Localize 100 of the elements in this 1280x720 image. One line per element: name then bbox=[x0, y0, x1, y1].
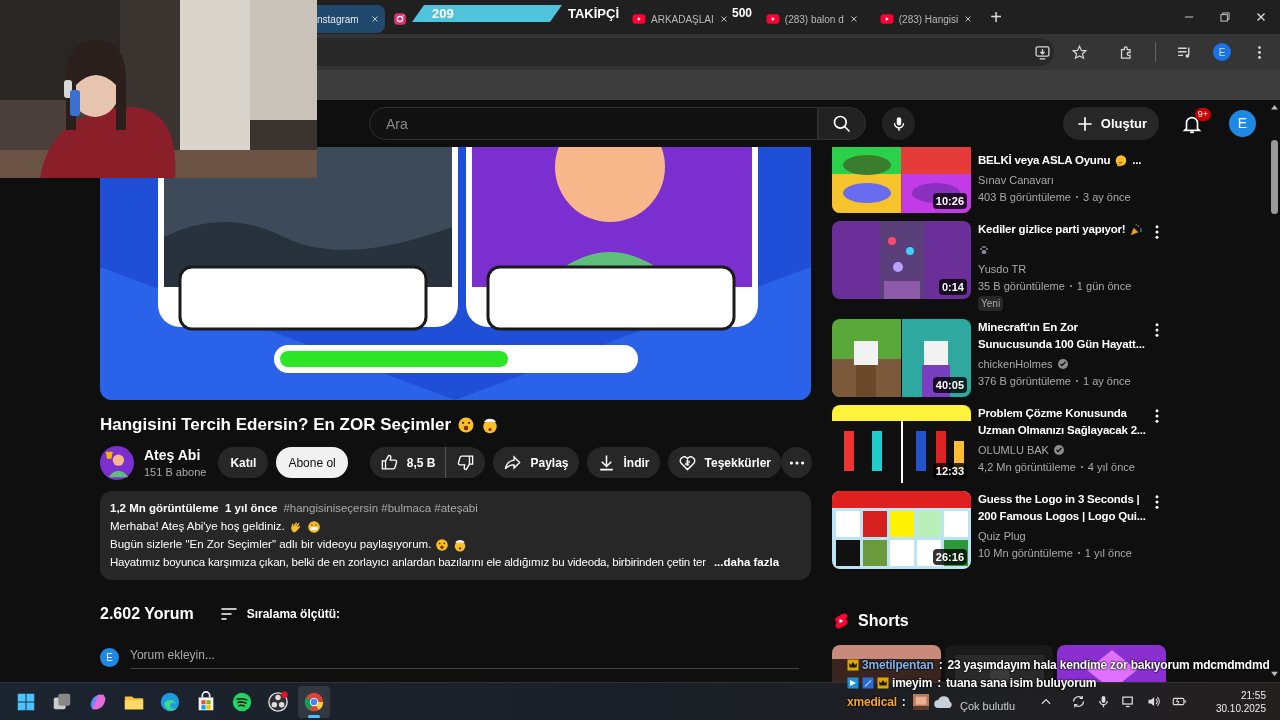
play-icon bbox=[879, 12, 894, 26]
user-avatar: E bbox=[100, 648, 119, 667]
download-button[interactable]: İndir bbox=[586, 447, 660, 479]
channel-name[interactable]: Sınav Canavarı bbox=[978, 172, 1054, 189]
description-text: Hayatımız boyunca karşımıza çıkan, belki de en zorlayıcı anlardan bazılarını ele aldığımız bu videoda, birbirinden çetin ter bbox=[110, 555, 706, 570]
upload-age: 1 yıl önce bbox=[1084, 545, 1132, 561]
video-title[interactable]: Problem Çözme Konusunda Uzman Olmanızı Sağlayacak 2... bbox=[978, 405, 1148, 439]
goal-label: TAKİPÇİ bbox=[568, 5, 620, 23]
upload-age: 1 gün önce bbox=[1076, 278, 1132, 294]
play-icon bbox=[765, 12, 780, 26]
account-avatar[interactable]: E bbox=[1229, 110, 1256, 137]
close-icon[interactable] bbox=[718, 14, 729, 24]
share-icon bbox=[503, 453, 523, 473]
view-count: 403 B görüntüleme bbox=[978, 189, 1071, 205]
address-field[interactable] bbox=[317, 38, 1054, 66]
new-badge: Yeni bbox=[978, 296, 1004, 311]
crown-icon bbox=[847, 659, 859, 671]
close-icon[interactable] bbox=[963, 14, 974, 24]
tab-title: nstagram bbox=[317, 12, 360, 27]
prime-badge-icon bbox=[847, 677, 859, 689]
scroll-down-icon[interactable] bbox=[1269, 669, 1279, 678]
chat-separator: : bbox=[901, 695, 906, 709]
channel-name[interactable]: chickenHolmes bbox=[978, 356, 1053, 373]
chat-username: 3metilpentan bbox=[862, 658, 934, 672]
tab-title: (283) balon d bbox=[784, 12, 844, 27]
scroll-up-icon[interactable] bbox=[1269, 103, 1279, 112]
grinning-emoji-icon bbox=[306, 519, 321, 534]
video-title[interactable]: Minecraft'ın En Zor Sunucusunda 100 Gün Hayatt... bbox=[978, 319, 1148, 353]
comment-count: 2.602 Yorum bbox=[100, 604, 194, 624]
play-icon bbox=[632, 12, 646, 26]
section-heading: Shorts bbox=[858, 611, 909, 631]
clock[interactable]: 21:55 30.10.2025 bbox=[1215, 688, 1266, 715]
edge-icon bbox=[159, 690, 181, 713]
network-icon[interactable] bbox=[1120, 694, 1136, 709]
show-more-link[interactable]: ...daha fazla bbox=[713, 554, 780, 571]
goal-target: 500 bbox=[732, 6, 753, 20]
restore-icon[interactable] bbox=[1218, 10, 1232, 24]
chat-username: imeyim bbox=[892, 676, 933, 690]
heart-icon bbox=[677, 453, 697, 473]
close-icon[interactable] bbox=[848, 14, 859, 24]
comment-field[interactable]: Yorum ekleyin... bbox=[130, 646, 799, 669]
video-title[interactable]: BELKİ veya ASLA Oyunu bbox=[978, 152, 1111, 169]
close-icon[interactable] bbox=[370, 14, 380, 24]
thinking-emoji-icon bbox=[1114, 153, 1129, 168]
thumbs-down-icon bbox=[456, 453, 476, 473]
join-button[interactable]: Katıl bbox=[218, 447, 269, 479]
share-button[interactable]: Paylaş bbox=[493, 447, 579, 479]
weather-text: Çok bulutlu bbox=[960, 699, 1016, 715]
video-title: Hangisini Tercih Edersin? En ZOR Seçimler bbox=[100, 414, 452, 436]
sync-icon[interactable] bbox=[1070, 694, 1086, 709]
cloud-icon bbox=[934, 695, 954, 708]
camera-icon bbox=[393, 12, 407, 26]
spotify-icon bbox=[231, 690, 253, 713]
date-text: 30.10.2025 bbox=[1215, 701, 1266, 715]
browser-tab[interactable]: (283) balon d bbox=[761, 5, 864, 33]
upload-age: 1 ay önce bbox=[1082, 373, 1131, 389]
more-actions-button[interactable] bbox=[781, 447, 812, 479]
search-field[interactable]: Ara bbox=[369, 107, 818, 140]
upload-age: 4 yıl önce bbox=[1087, 459, 1135, 475]
install-icon[interactable] bbox=[1034, 43, 1051, 61]
time-text: 21:55 bbox=[1240, 688, 1266, 702]
browser-tab[interactable]: nstagram bbox=[317, 5, 385, 33]
shorts-icon bbox=[832, 612, 850, 630]
surprised-emoji-icon bbox=[457, 415, 476, 434]
view-stats: 1,2 Mn görüntüleme 1 yıl önce bbox=[110, 501, 278, 516]
notification-count: 9+ bbox=[1194, 107, 1211, 121]
more-icon bbox=[788, 460, 805, 465]
upload-age: 3 ay önce bbox=[1082, 189, 1131, 205]
description-text: Merhaba! Ateş Abi'ye hoş geldiniz. bbox=[110, 519, 285, 534]
scrollbar-thumb[interactable] bbox=[1270, 140, 1278, 214]
search-icon bbox=[832, 113, 852, 134]
video-title[interactable]: Guess the Logo in 3 Seconds | 200 Famous Logos | Logo Qui... bbox=[978, 491, 1148, 525]
view-count: 376 B görüntüleme bbox=[978, 373, 1071, 389]
hashtag-links[interactable]: #hangisiniseçersin #bulmaca #ateşabi bbox=[283, 500, 478, 517]
thumbs-up-icon bbox=[379, 453, 399, 473]
star-icon[interactable] bbox=[1071, 43, 1088, 61]
sort-button[interactable]: Sıralama ölçütü: bbox=[218, 604, 341, 624]
follower-count: 209 bbox=[432, 6, 454, 21]
description-panel[interactable] bbox=[100, 491, 811, 580]
subscribe-button[interactable]: Abone ol bbox=[276, 447, 348, 479]
create-button[interactable]: Oluştur bbox=[1062, 107, 1159, 140]
taskbar-app[interactable] bbox=[298, 685, 330, 718]
new-tab-button[interactable]: + bbox=[990, 7, 1002, 27]
party-popper-icon bbox=[1129, 222, 1144, 237]
channel-name[interactable]: Ateş Abi bbox=[144, 445, 207, 464]
channel-name[interactable]: OLUMLU BAK bbox=[978, 442, 1049, 459]
channel-name[interactable]: Quiz Plug bbox=[978, 528, 1026, 545]
voice-search-button[interactable] bbox=[882, 107, 915, 140]
chat-separator: : bbox=[938, 658, 943, 672]
sword-icon bbox=[862, 677, 874, 689]
description-text: Bugün sizlerle "En Zor Seçimler" adlı bir videoyu paylaşıyorum. bbox=[110, 537, 432, 552]
channel-avatar-icon[interactable] bbox=[100, 445, 134, 480]
chat-separator: : bbox=[937, 676, 941, 690]
browser-tab[interactable]: (283) Hangisi bbox=[875, 5, 979, 33]
paw-icon bbox=[978, 243, 990, 256]
search-button[interactable] bbox=[818, 107, 866, 140]
view-count: 4,2 Mn görüntüleme bbox=[978, 459, 1076, 475]
thanks-button[interactable]: Teşekkürler bbox=[667, 447, 781, 479]
channel-name[interactable]: Yusdo TR bbox=[978, 261, 1027, 278]
video-title[interactable]: Kediler gizlice parti yapıyor! bbox=[978, 221, 1126, 238]
